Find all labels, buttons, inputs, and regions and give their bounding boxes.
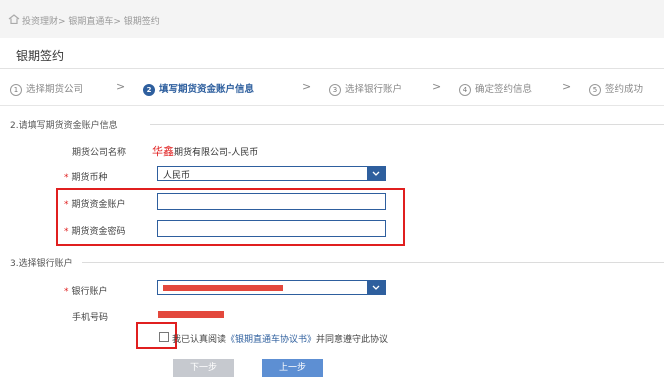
step-separator-2: > (302, 80, 312, 93)
agreement-text: 我已认真阅读《银期直通车协议书》并同意遵守此协议 (172, 335, 389, 345)
step-1-label: 选择期货公司 (26, 84, 84, 95)
step-2-label: 填写期货资金账户信息 (159, 84, 255, 95)
phone-redaction-mark (158, 311, 224, 318)
futures-account-label: * 期货资金账户 (64, 200, 126, 210)
title-bar: 银期签约 (0, 38, 664, 69)
step-1: 1 选择期货公司 (10, 81, 83, 96)
agreement-checkbox[interactable] (159, 332, 169, 342)
company-name-label: 期货公司名称 (72, 148, 127, 158)
step-5: 5 签约成功 (589, 81, 643, 96)
step-indicator: 1 选择期货公司 > 2 填写期货资金账户信息 > 3 选择银行账户 > 4 确定签约信… (0, 69, 664, 106)
breadcrumb[interactable]: 投资理财> 银期直通车> 银期签约 (22, 14, 160, 27)
currency-label: * 期货币种 (64, 173, 108, 183)
futures-password-input[interactable] (157, 220, 386, 237)
futures-password-label: * 期货资金密码 (64, 227, 126, 237)
bank-account-select[interactable] (157, 280, 386, 295)
agreement-link[interactable]: 《银期直通车协议书》 (226, 335, 316, 345)
section-divider (82, 262, 664, 263)
bank-account-label: * 银行账户 (64, 287, 108, 297)
prev-step-button[interactable]: 上一步 (262, 359, 323, 377)
section-bank-account-title: 3.选择银行账户 (10, 259, 73, 269)
step-separator-3: > (432, 80, 442, 93)
company-brand: 华鑫 (152, 145, 174, 158)
highlight-box-checkbox (136, 322, 177, 349)
futures-account-input[interactable] (157, 193, 386, 210)
breadcrumb-bar: 投资理财> 银期直通车> 银期签约 (0, 0, 664, 38)
step-5-label: 签约成功 (605, 84, 644, 95)
phone-label: 手机号码 (72, 313, 109, 323)
step-separator-1: > (116, 80, 126, 93)
next-step-button[interactable]: 下一步 (173, 359, 234, 377)
currency-select-value: 人民币 (163, 171, 191, 181)
step-3: 3 选择银行账户 (329, 81, 402, 96)
step-2: 2 填写期货资金账户信息 (143, 81, 254, 96)
company-name-value: 华鑫期货有限公司-人民币 (152, 143, 258, 159)
currency-select[interactable]: 人民币 (157, 166, 386, 181)
step-separator-4: > (562, 80, 572, 93)
step-4-label: 确定签约信息 (475, 84, 533, 95)
page-title: 银期签约 (16, 49, 65, 63)
required-mark: * (64, 173, 69, 183)
chevron-down-icon[interactable] (367, 281, 385, 294)
company-name-text: 期货有限公司-人民币 (174, 148, 259, 158)
section-futures-account-title: 2.请填写期货资金账户信息 (10, 121, 118, 131)
section-divider (150, 124, 664, 125)
home-icon[interactable] (8, 14, 20, 24)
chevron-down-icon[interactable] (367, 167, 385, 180)
redaction-mark (163, 285, 283, 291)
step-4: 4 确定签约信息 (459, 81, 532, 96)
step-3-label: 选择银行账户 (345, 84, 403, 95)
